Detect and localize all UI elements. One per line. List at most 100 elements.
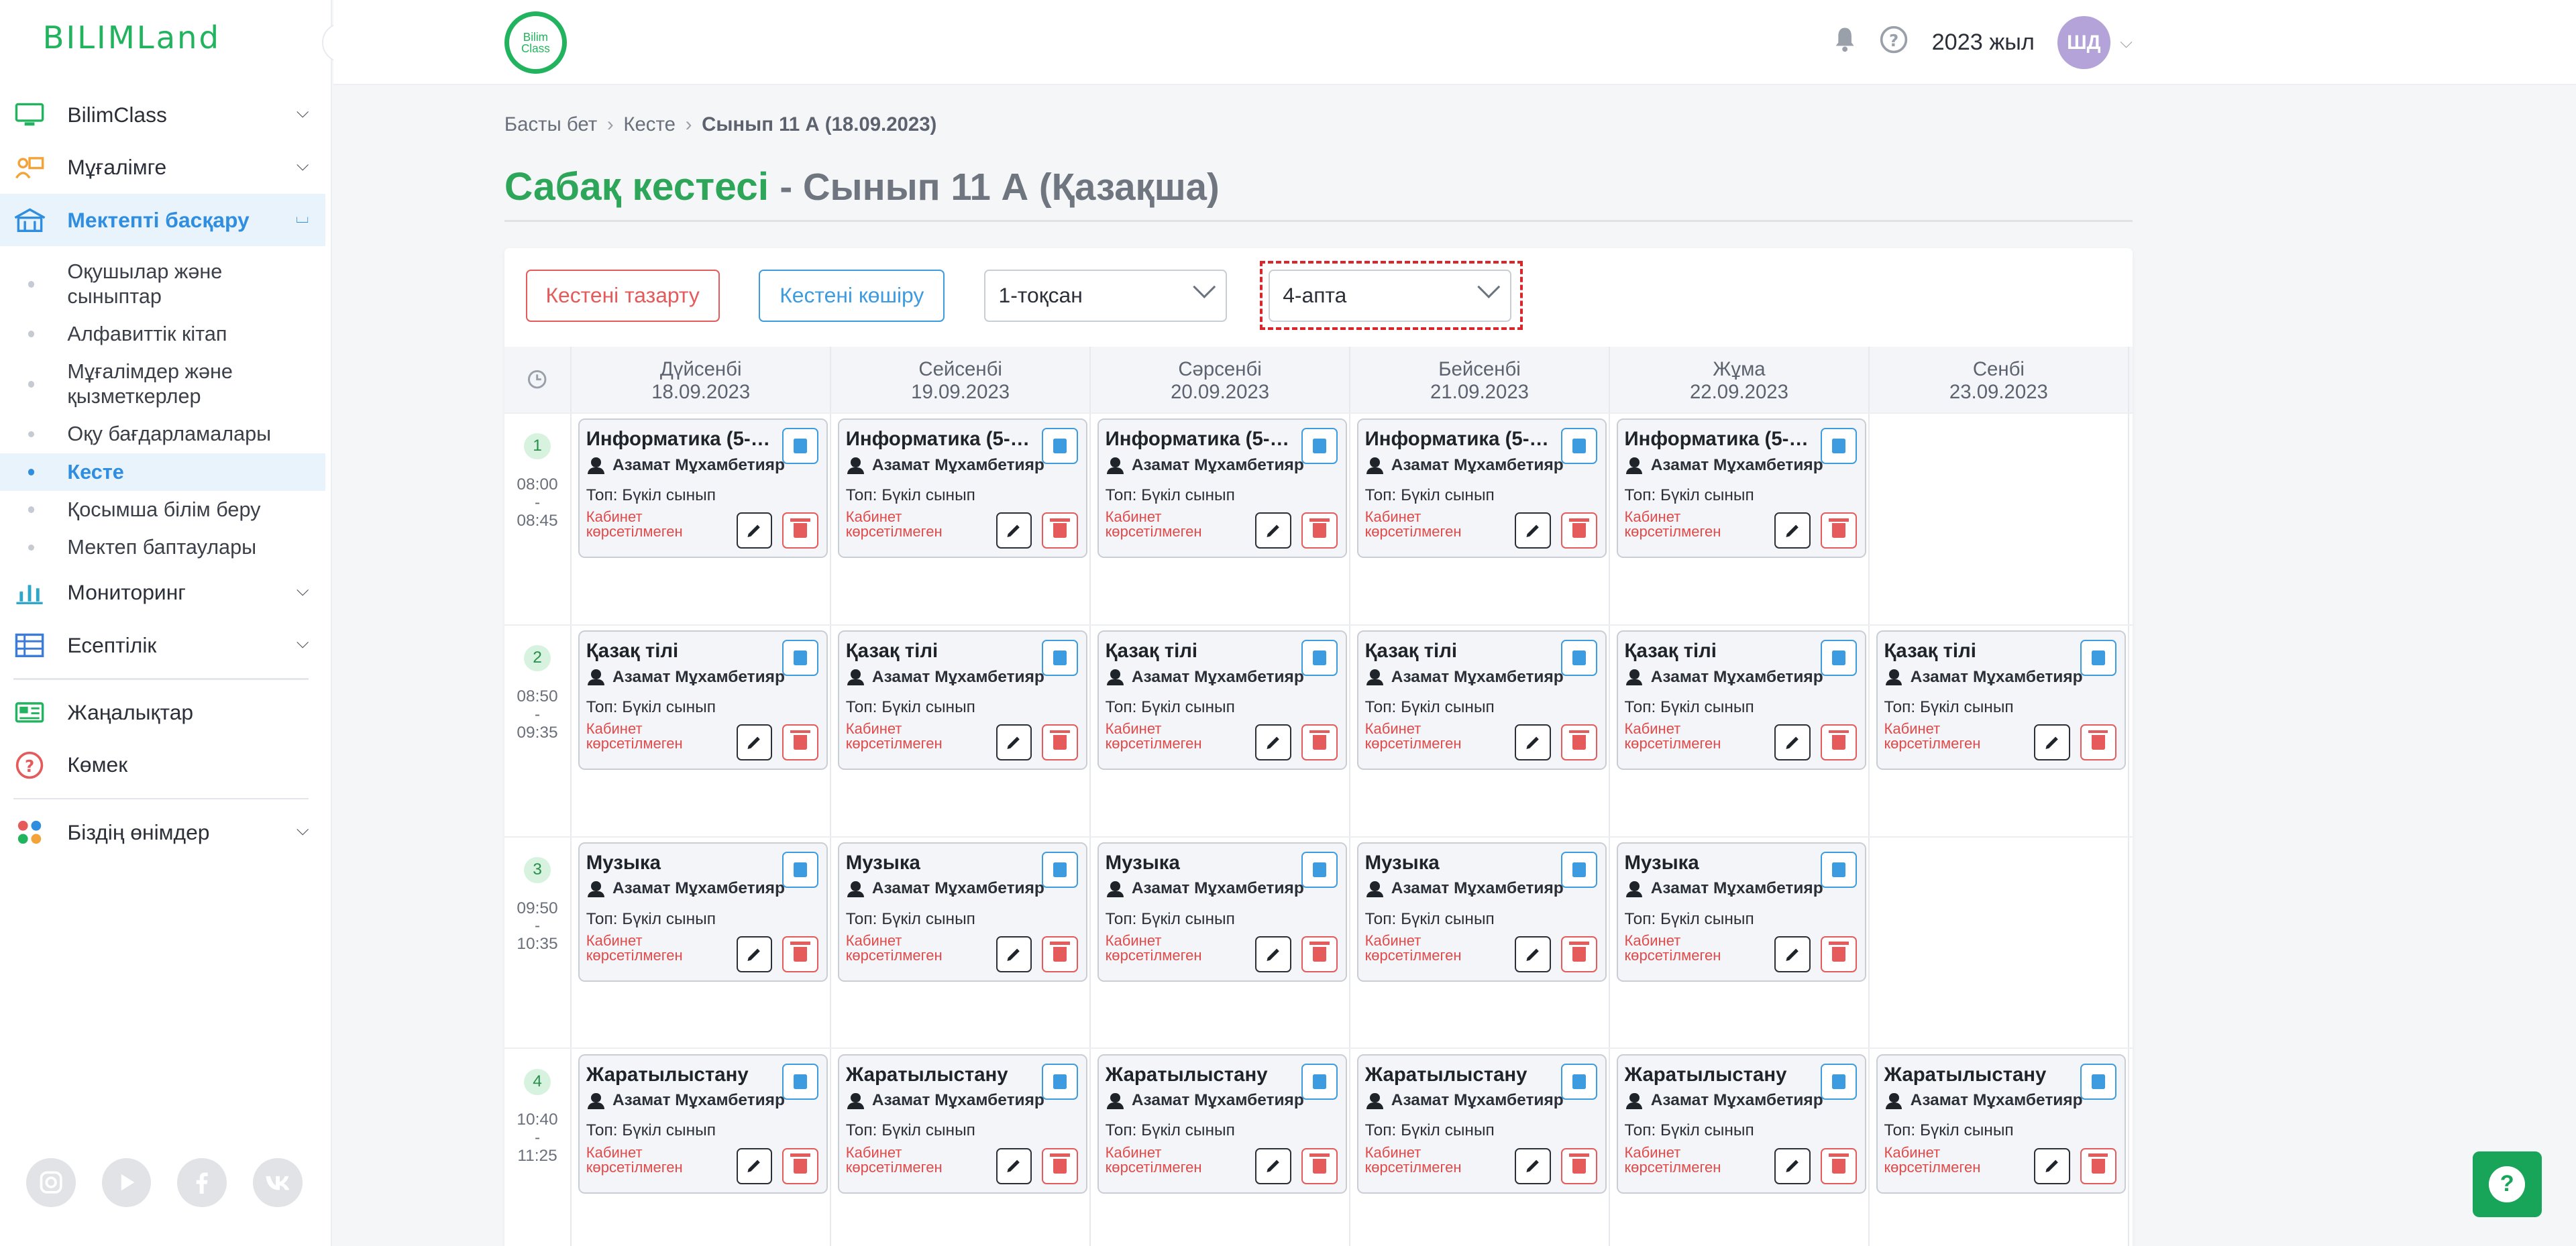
delete-lesson-button[interactable] [1042,1147,1078,1184]
schedule-cell[interactable]: Қазақ тілі Азамат Мұхамбетияр Топ: Бүкіл… [1870,625,2129,836]
delete-lesson-button[interactable] [1560,1147,1597,1184]
sidebar-subitem-alphabet-book[interactable]: Алфавиттік кітап [0,315,325,353]
lesson-card[interactable]: Информатика (5-11 ... Азамат Мұхамбетияр… [1097,418,1348,559]
lesson-card[interactable]: Музыка Азамат Мұхамбетияр Топ: Бүкіл сын… [1616,842,1866,982]
copy-lesson-button[interactable] [2080,640,2116,677]
delete-lesson-button[interactable] [1820,936,1857,972]
copy-lesson-button[interactable] [1820,1063,1857,1100]
sidebar-item-teacher[interactable]: Мұғалімге ⌵ [0,141,325,194]
schedule-cell[interactable]: Музыка Азамат Мұхамбетияр Топ: Бүкіл сын… [1350,837,1610,1048]
schedule-cell[interactable]: Информатика (5-11 ... Азамат Мұхамбетияр… [831,413,1091,624]
schedule-cell[interactable]: Музыка Азамат Мұхамбетияр Топ: Бүкіл сын… [572,837,832,1048]
edit-lesson-button[interactable] [996,512,1032,549]
edit-lesson-button[interactable] [736,512,773,549]
lesson-card[interactable]: Информатика (5-11 ... Азамат Мұхамбетияр… [578,418,828,559]
lesson-card[interactable]: Жаратылыстану Азамат Мұхамбетияр Топ: Бү… [1097,1054,1348,1194]
copy-lesson-button[interactable] [1301,852,1338,888]
week-select[interactable]: 4-апта [1268,269,1512,322]
copy-lesson-button[interactable] [782,852,819,888]
lesson-card[interactable]: Информатика (5-11 ... Азамат Мұхамбетияр… [837,418,1088,559]
schedule-cell[interactable]: Музыка Азамат Мұхамбетияр Топ: Бүкіл сын… [831,837,1091,1048]
delete-lesson-button[interactable] [1042,724,1078,760]
schedule-cell[interactable]: Жаратылыстану Азамат Мұхамбетияр Топ: Бү… [1870,1049,2129,1246]
sidebar-item-reports[interactable]: Есептілік ⌵ [0,619,325,671]
copy-lesson-button[interactable] [1560,852,1597,888]
copy-lesson-button[interactable] [1301,428,1338,465]
delete-lesson-button[interactable] [782,1147,819,1184]
edit-lesson-button[interactable] [1255,512,1292,549]
edit-lesson-button[interactable] [2034,1147,2071,1184]
breadcrumb-home[interactable]: Басты бет [504,113,597,136]
lesson-card[interactable]: Музыка Азамат Мұхамбетияр Топ: Бүкіл сын… [1356,842,1607,982]
delete-lesson-button[interactable] [1820,512,1857,549]
sidebar-subitem-students[interactable]: Оқушылар және сыныптар [0,253,325,315]
sidebar-subitem-programs[interactable]: Оқу бағдарламалары [0,415,325,453]
copy-lesson-button[interactable] [782,640,819,677]
schedule-cell[interactable]: Жаратылыстану Азамат Мұхамбетияр Топ: Бү… [1610,1049,1870,1246]
sidebar-item-bilimclass[interactable]: BilimClass ⌵ [0,89,325,141]
edit-lesson-button[interactable] [1515,724,1552,760]
schedule-cell[interactable]: Жаратылыстану Азамат Мұхамбетияр Топ: Бү… [831,1049,1091,1246]
delete-lesson-button[interactable] [782,936,819,972]
copy-lesson-button[interactable] [1301,640,1338,677]
delete-lesson-button[interactable] [1820,1147,1857,1184]
facebook-icon[interactable] [177,1157,227,1207]
delete-lesson-button[interactable] [1560,724,1597,760]
sidebar-item-products[interactable]: Біздің өнімдер ⌵ [0,806,325,858]
sidebar-item-help[interactable]: ? Көмек [0,739,325,791]
lesson-card[interactable]: Қазақ тілі Азамат Мұхамбетияр Топ: Бүкіл… [1097,630,1348,771]
lesson-card[interactable]: Жаратылыстану Азамат Мұхамбетияр Топ: Бү… [1616,1054,1866,1194]
schedule-cell[interactable]: Жаратылыстану Азамат Мұхамбетияр Топ: Бү… [1091,1049,1351,1246]
academic-year[interactable]: 2023 жыл [1932,30,2035,56]
schedule-cell[interactable]: Информатика (5-11 ... Азамат Мұхамбетияр… [1610,413,1870,624]
edit-lesson-button[interactable] [1515,512,1552,549]
lesson-card[interactable]: Қазақ тілі Азамат Мұхамбетияр Топ: Бүкіл… [1876,630,2126,771]
schedule-cell[interactable]: Қазақ тілі Азамат Мұхамбетияр Топ: Бүкіл… [1091,625,1351,836]
lesson-card[interactable]: Жаратылыстану Азамат Мұхамбетияр Топ: Бү… [1876,1054,2126,1194]
edit-lesson-button[interactable] [1255,1147,1292,1184]
edit-lesson-button[interactable] [1255,724,1292,760]
edit-lesson-button[interactable] [1774,1147,1811,1184]
delete-lesson-button[interactable] [1042,936,1078,972]
schedule-cell[interactable] [1870,413,2129,624]
bilimland-logo[interactable]: BILIMLand [43,19,221,56]
schedule-cell[interactable]: Қазақ тілі Азамат Мұхамбетияр Топ: Бүкіл… [1610,625,1870,836]
schedule-cell[interactable]: Қазақ тілі Азамат Мұхамбетияр Топ: Бүкіл… [572,625,832,836]
schedule-cell[interactable]: Информатика (5-11 ... Азамат Мұхамбетияр… [1091,413,1351,624]
edit-lesson-button[interactable] [1515,1147,1552,1184]
edit-lesson-button[interactable] [1255,936,1292,972]
lesson-card[interactable]: Жаратылыстану Азамат Мұхамбетияр Топ: Бү… [578,1054,828,1194]
copy-lesson-button[interactable] [1820,640,1857,677]
lesson-card[interactable]: Музыка Азамат Мұхамбетияр Топ: Бүкіл сын… [578,842,828,982]
delete-lesson-button[interactable] [2080,724,2116,760]
schedule-cell[interactable]: Музыка Азамат Мұхамбетияр Топ: Бүкіл сын… [1091,837,1351,1048]
delete-lesson-button[interactable] [1820,724,1857,760]
edit-lesson-button[interactable] [1774,724,1811,760]
edit-lesson-button[interactable] [736,936,773,972]
edit-lesson-button[interactable] [736,724,773,760]
delete-lesson-button[interactable] [782,512,819,549]
sidebar-subitem-schedule[interactable]: Кесте [0,453,325,492]
schedule-cell[interactable]: Қазақ тілі Азамат Мұхамбетияр Топ: Бүкіл… [831,625,1091,836]
copy-lesson-button[interactable] [1042,1063,1078,1100]
copy-lesson-button[interactable] [1301,1063,1338,1100]
copy-lesson-button[interactable] [1820,852,1857,888]
edit-lesson-button[interactable] [1774,936,1811,972]
copy-lesson-button[interactable] [1560,640,1597,677]
sidebar-subitem-extra-education[interactable]: Қосымша білім беру [0,491,325,528]
sidebar-subitem-teachers[interactable]: Мұғалімдер және қызметкерлер [0,353,325,415]
delete-lesson-button[interactable] [1042,512,1078,549]
edit-lesson-button[interactable] [2034,724,2071,760]
sidebar-item-news[interactable]: Жаңалықтар [0,686,325,738]
edit-lesson-button[interactable] [996,724,1032,760]
copy-lesson-button[interactable] [1042,852,1078,888]
clear-schedule-button[interactable]: Кестені тазарту [525,269,720,322]
sidebar-item-school-management[interactable]: Мектепті басқару ⌴ [0,193,325,247]
copy-lesson-button[interactable] [1560,428,1597,465]
youtube-icon[interactable] [101,1157,152,1207]
edit-lesson-button[interactable] [1515,936,1552,972]
bilimclass-logo[interactable]: Bilim Class [504,11,567,74]
lesson-card[interactable]: Қазақ тілі Азамат Мұхамбетияр Топ: Бүкіл… [1616,630,1866,771]
schedule-cell[interactable]: Жаратылыстану Азамат Мұхамбетияр Топ: Бү… [572,1049,832,1246]
lesson-card[interactable]: Музыка Азамат Мұхамбетияр Топ: Бүкіл сын… [837,842,1088,982]
